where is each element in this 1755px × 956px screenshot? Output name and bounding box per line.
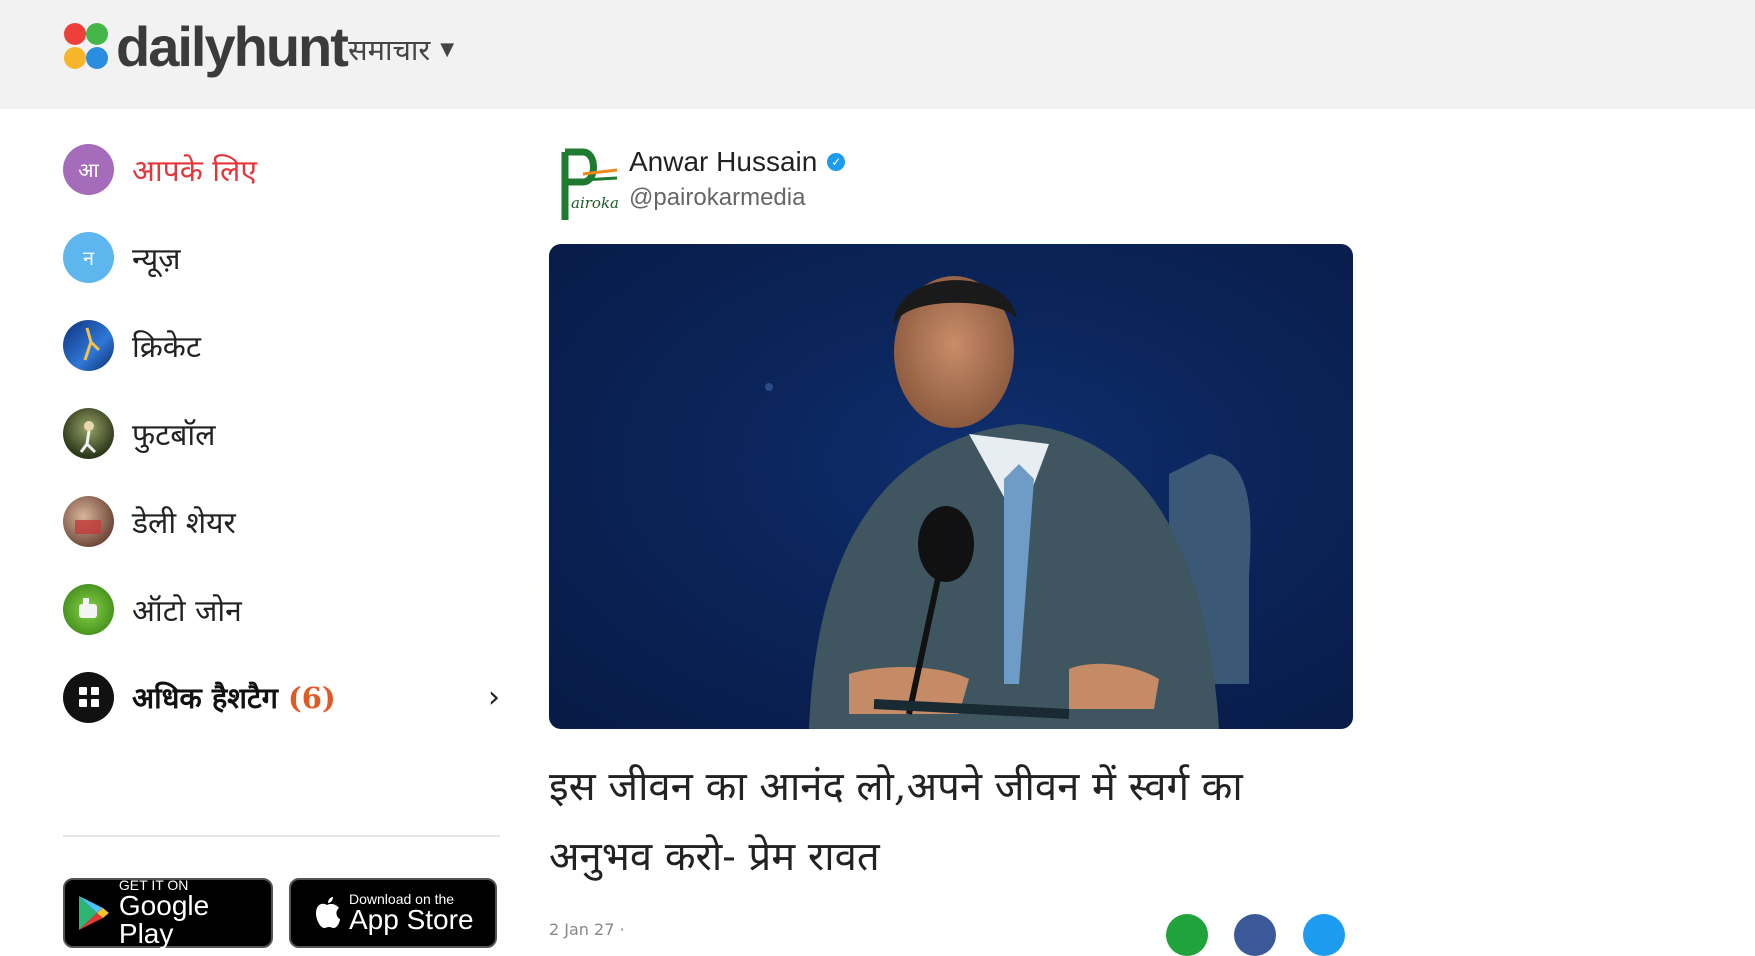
google-play-button[interactable]: GET IT ON Google Play — [63, 878, 273, 948]
daily-share-avatar — [63, 495, 114, 547]
sidebar-item-label: डेली शेयर — [132, 505, 236, 541]
grid-icon — [63, 671, 114, 723]
app-store-label: App Store — [349, 904, 474, 935]
sidebar-item-label: आपके लिए — [132, 153, 257, 189]
logo-mark-icon — [62, 19, 110, 75]
apple-icon — [316, 897, 340, 928]
google-play-label: Google Play — [118, 890, 210, 949]
logo-text: dailyhunt — [116, 15, 349, 78]
whatsapp-share-icon[interactable] — [1166, 914, 1208, 956]
auto-zone-avatar — [63, 583, 114, 635]
sidebar-item-label: न्यूज़ — [132, 241, 181, 277]
author-name[interactable]: Anwar Hussain ✓ — [629, 146, 846, 178]
dailyhunt-logo[interactable]: dailyhunt — [62, 12, 349, 82]
chevron-down-icon: ▼ — [440, 39, 455, 60]
app-store-button[interactable]: Download on the App Store — [289, 878, 497, 948]
post-meta: 2 Jan 27 · — [549, 920, 625, 939]
sidebar: आ आपके लिए न न्यूज़ क्रिकेट फुटबॉल डेली … — [63, 140, 500, 726]
chevron-right-icon: › — [488, 679, 500, 715]
facebook-share-icon[interactable] — [1234, 914, 1276, 956]
top-header: dailyhunt समाचार ▼ — [0, 0, 1755, 109]
pairokar-logo-text: airokar — [571, 194, 619, 212]
google-play-icon — [78, 896, 109, 930]
sidebar-item-news[interactable]: न न्यूज़ — [63, 228, 500, 286]
sidebar-item-label: क्रिकेट — [132, 329, 201, 365]
pairokar-logo: airokar — [557, 146, 627, 226]
verified-badge-icon: ✓ — [827, 153, 846, 171]
news-menu-dropdown[interactable]: समाचार ▼ — [348, 30, 454, 69]
twitter-share-icon[interactable] — [1303, 914, 1345, 956]
sidebar-item-cricket[interactable]: क्रिकेट — [63, 316, 500, 374]
sidebar-item-label: ऑटो जोन — [132, 593, 242, 629]
more-hashtags-text: अधिक हैशटैग — [132, 680, 278, 715]
hashtag-count: (6) — [288, 680, 336, 715]
author-name-text: Anwar Hussain — [629, 146, 818, 177]
football-avatar — [63, 407, 114, 459]
news-avatar: न — [63, 231, 114, 283]
sidebar-item-auto-zone[interactable]: ऑटो जोन — [63, 580, 500, 638]
article-hero-image[interactable] — [549, 244, 1353, 729]
author-handle[interactable]: @pairokarmedia — [629, 184, 845, 212]
article-headline[interactable]: इस जीवन का आनंद लो,अपने जीवन में स्वर्ग … — [549, 752, 1353, 892]
sidebar-item-daily-share[interactable]: डेली शेयर — [63, 492, 500, 550]
sidebar-divider — [63, 835, 500, 837]
news-menu-label: समाचार — [348, 33, 431, 67]
sidebar-item-for-you[interactable]: आ आपके लिए — [63, 140, 500, 198]
post-author[interactable]: airokar Anwar Hussain ✓ @pairokarmedia — [557, 146, 846, 226]
cricket-avatar — [63, 319, 114, 371]
sidebar-item-label: फुटबॉल — [132, 417, 216, 453]
speaker-portrait-image — [765, 276, 1251, 729]
more-hashtags-button[interactable]: अधिक हैशटैग (6) › — [63, 668, 500, 726]
sidebar-item-football[interactable]: फुटबॉल — [63, 404, 500, 462]
more-hashtags-label: अधिक हैशटैग (6) — [132, 678, 336, 717]
for-you-avatar: आ — [63, 143, 114, 195]
